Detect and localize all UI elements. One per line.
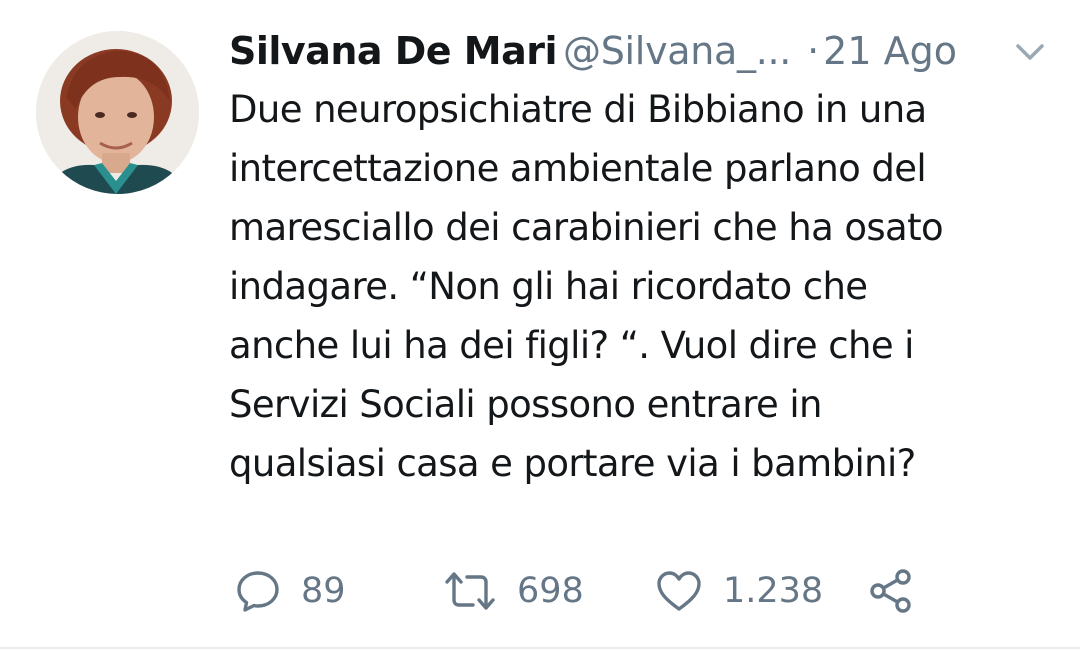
author-name[interactable]: Silvana De Mari: [229, 29, 558, 73]
like-count: 1.238: [723, 571, 824, 611]
share-button[interactable]: [867, 560, 915, 622]
retweet-button[interactable]: 698: [443, 560, 584, 622]
author-handle[interactable]: @Silvana_...: [563, 29, 791, 73]
tweet-date[interactable]: 21 Ago: [823, 29, 957, 73]
tweet-text-line: Due neuropsichiatre di Bibbiano in una: [229, 88, 927, 131]
tweet-text-line: intercettazione ambientale parlano del: [229, 147, 927, 190]
like-button[interactable]: 1.238: [655, 560, 823, 622]
speech-bubble-icon: [235, 568, 281, 614]
retweet-count: 698: [517, 571, 584, 611]
reply-count: 89: [301, 571, 346, 611]
tweet-text-line: indagare. “Non gli hai ricordato che: [229, 265, 868, 308]
heart-icon: [655, 568, 703, 614]
chevron-down-icon[interactable]: [1012, 38, 1048, 66]
tweet-text: Due neuropsichiatre di Bibbiano in una i…: [229, 80, 1059, 493]
tweet-text-line: qualsiasi casa e portare via i bambini?: [229, 442, 916, 485]
reply-button[interactable]: 89: [235, 560, 346, 622]
tweet-actions: 89 698 1.238: [229, 560, 1059, 622]
retweet-arrows-icon: [443, 568, 497, 614]
tweet-header: Silvana De Mari @Silvana_... · 21 Ago: [229, 26, 1059, 76]
tweet[interactable]: Silvana De Mari @Silvana_... · 21 Ago Due n…: [0, 0, 1080, 651]
avatar-photo: [36, 31, 199, 194]
divider: [0, 647, 1080, 649]
separator-dot: ·: [807, 29, 820, 73]
avatar[interactable]: [36, 31, 199, 194]
share-icon: [867, 567, 915, 615]
tweet-text-line: maresciallo dei carabinieri che ha osato: [229, 206, 944, 249]
tweet-text-line: anche lui ha dei figli? “. Vuol dire che…: [229, 324, 914, 367]
tweet-text-line: Servizi Sociali possono entrare in: [229, 383, 822, 426]
